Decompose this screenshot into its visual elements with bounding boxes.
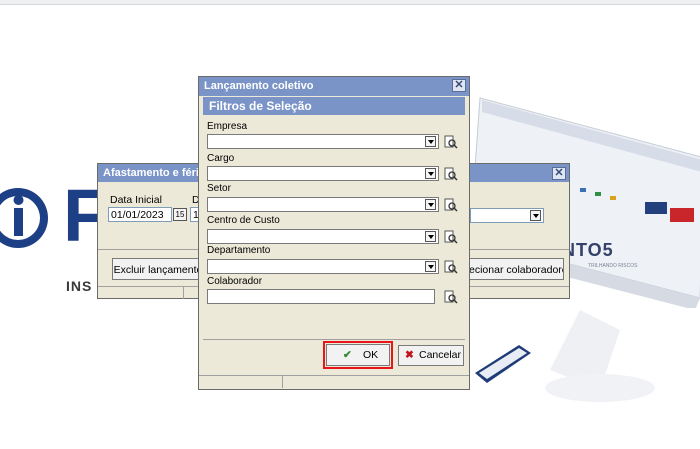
status-cell (98, 287, 184, 299)
empresa-combo[interactable] (207, 134, 439, 149)
lookup-icon[interactable] (444, 167, 458, 181)
lookup-icon[interactable] (444, 198, 458, 212)
cancel-button-label: Cancelar (419, 349, 462, 361)
dropdown-arrow-icon[interactable] (425, 199, 436, 210)
dialog-status-bar (199, 375, 469, 388)
dropdown-arrow-icon[interactable] (425, 136, 436, 147)
departamento-label: Departamento (207, 245, 271, 256)
cargo-label: Cargo (207, 153, 235, 164)
check-icon: ✔ (343, 349, 352, 361)
monitor-stand-illustration (545, 310, 655, 402)
departamento-combo[interactable] (207, 259, 439, 274)
cancel-x-icon: ✖ (405, 349, 414, 361)
ok-button-label: OK (363, 349, 379, 361)
calendar-icon[interactable]: 15 (173, 208, 187, 221)
dialog-title: Lançamento coletivo (199, 77, 469, 96)
colaborador-field[interactable] (207, 289, 435, 304)
brand-logo-icon (0, 188, 48, 248)
data-inicial-label: Data Inicial (110, 194, 162, 206)
data-inicial-field[interactable]: 01/01/2023 (108, 207, 172, 222)
lookup-icon[interactable] (444, 230, 458, 244)
close-icon[interactable]: ✕ (552, 167, 566, 180)
phone-illustration (475, 345, 531, 383)
centro-de-custo-label: Centro de Custo (207, 215, 280, 226)
divider (203, 339, 465, 340)
top-strip (0, 0, 700, 5)
dropdown-arrow-icon[interactable] (425, 261, 436, 272)
setor-label: Setor (207, 183, 231, 194)
centro-de-custo-combo[interactable] (207, 229, 439, 244)
dropdown-arrow-icon[interactable] (530, 210, 541, 221)
selecionar-colaboradores-button[interactable]: ecionar colaboradores (468, 258, 564, 280)
close-icon[interactable]: ✕ (452, 79, 466, 92)
setor-combo[interactable] (207, 197, 439, 212)
dropdown-arrow-icon[interactable] (425, 168, 436, 179)
lookup-icon[interactable] (444, 290, 458, 304)
excluir-lancamento-button[interactable]: Excluir lançamento (112, 258, 204, 280)
cancel-button[interactable]: ✖ Cancelar (398, 345, 464, 366)
section-header: Filtros de Seleção (203, 97, 465, 115)
brand-tagline: TRILHANDO RISCOS (588, 263, 638, 269)
empresa-label: Empresa (207, 121, 248, 132)
lancamento-coletivo-dialog: Lançamento coletivo ✕ Filtros de Seleção… (198, 76, 470, 390)
dropdown-arrow-icon[interactable] (425, 231, 436, 242)
brand-logo-subtext: INS (66, 278, 93, 294)
lookup-icon[interactable] (444, 135, 458, 149)
lookup-icon[interactable] (444, 260, 458, 274)
cargo-combo[interactable] (207, 166, 439, 181)
ok-button[interactable]: ✔ OK (326, 344, 390, 366)
colaborador-label: Colaborador (207, 276, 263, 287)
right-select-field[interactable] (470, 208, 544, 223)
status-cell (199, 376, 283, 388)
